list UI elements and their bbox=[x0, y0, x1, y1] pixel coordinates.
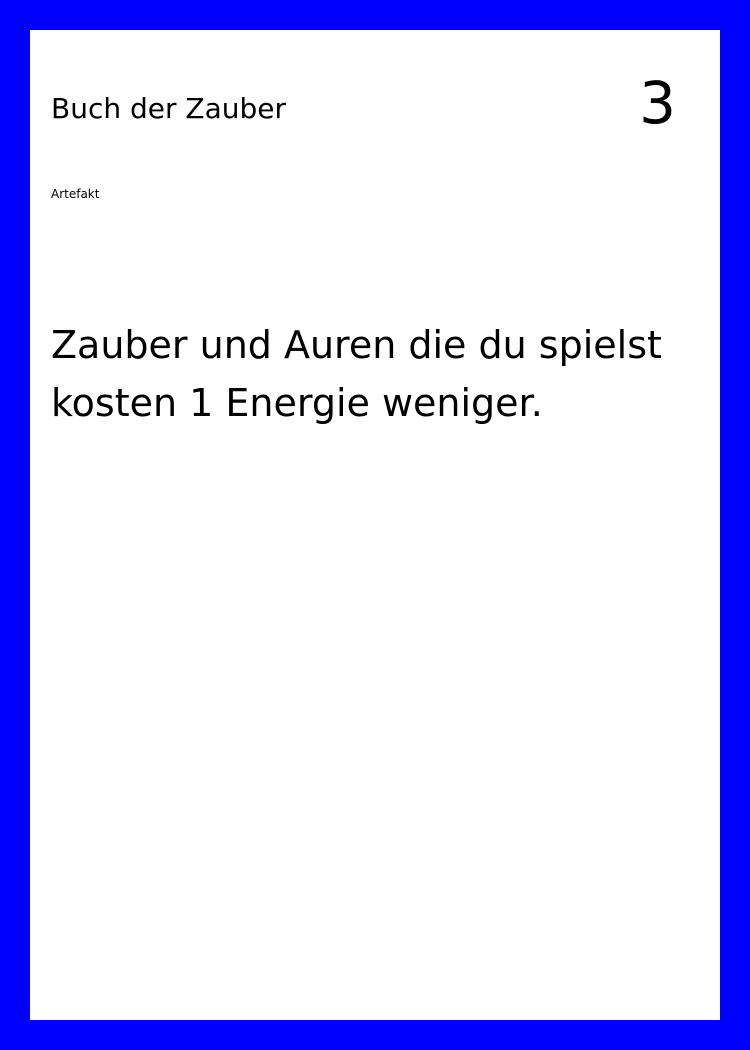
card-rules-text: Zauber und Auren die du spielst kosten 1… bbox=[51, 316, 691, 432]
card-rules-line: Zauber und Auren die du spielst bbox=[51, 323, 662, 367]
card-name: Buch der Zauber bbox=[51, 92, 287, 125]
card-type: Artefakt bbox=[51, 187, 100, 201]
card-cost: 3 bbox=[639, 69, 676, 137]
card-rules-line: kosten 1 Energie weniger. bbox=[51, 381, 543, 425]
game-card[interactable]: Buch der Zauber 3 Artefakt Zauber und Au… bbox=[30, 30, 720, 1020]
